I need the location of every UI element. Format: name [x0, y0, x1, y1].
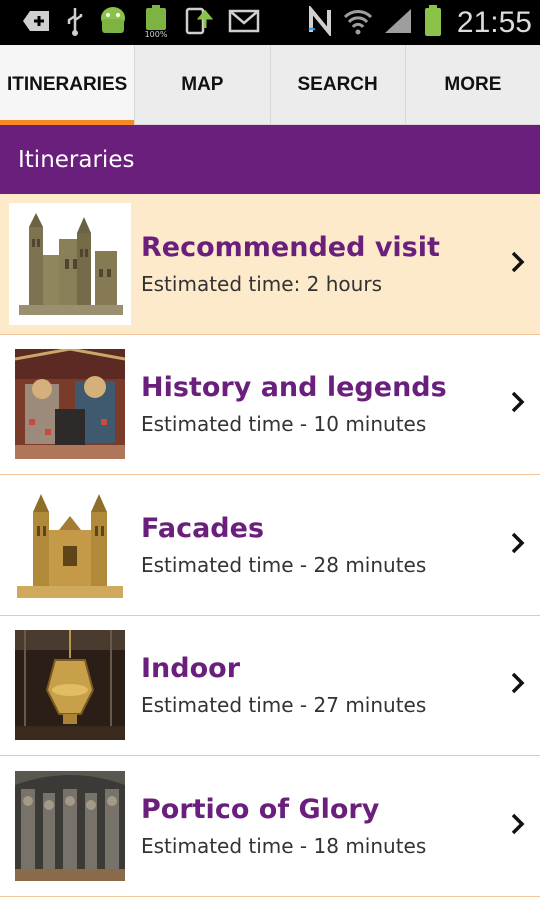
battery-percent-label: 100%: [145, 30, 168, 38]
chevron-right-icon: [510, 671, 526, 699]
status-bar: 100% 21:55: [0, 0, 540, 45]
tab-search[interactable]: SEARCH: [271, 45, 406, 124]
chevron-right-icon: [510, 812, 526, 840]
chevron-right-icon: [510, 390, 526, 418]
android-icon: [98, 5, 128, 42]
item-subtitle: Estimated time - 18 minutes: [141, 833, 427, 858]
status-time: 21:55: [456, 6, 532, 39]
add-icon: [22, 8, 52, 39]
list-item[interactable]: Portico of Glory Estimated time - 18 min…: [0, 756, 540, 897]
section-header: Itineraries: [0, 125, 540, 194]
battery-icon: [423, 4, 443, 43]
item-subtitle: Estimated time: 2 hours: [141, 271, 382, 296]
mosaic-image: [9, 343, 131, 466]
item-title: History and legends: [141, 372, 447, 404]
item-subtitle: Estimated time - 10 minutes: [141, 412, 427, 437]
portico-image: [9, 764, 131, 887]
list-item[interactable]: Facades Estimated time - 28 minutes: [0, 475, 540, 616]
tab-more[interactable]: MORE: [406, 45, 540, 124]
list-item[interactable]: History and legends Estimated time - 10 …: [0, 334, 540, 475]
censer-image: [9, 624, 131, 747]
download-icon: [184, 6, 214, 41]
item-title: Portico of Glory: [141, 793, 380, 825]
tab-map[interactable]: MAP: [135, 45, 271, 124]
item-title: Indoor: [141, 653, 241, 685]
section-title: Itineraries: [18, 146, 135, 173]
itinerary-list: Recommended visit Estimated time: 2 hour…: [0, 194, 540, 897]
list-item[interactable]: Indoor Estimated time - 27 minutes: [0, 615, 540, 756]
item-title: Facades: [141, 512, 265, 544]
mail-icon: [228, 9, 260, 38]
wifi-icon: [343, 7, 373, 40]
chevron-right-icon: [510, 250, 526, 278]
tab-itineraries[interactable]: ITINERARIES: [0, 45, 136, 125]
usb-icon: [66, 6, 84, 41]
item-subtitle: Estimated time - 28 minutes: [141, 552, 427, 577]
item-subtitle: Estimated time - 27 minutes: [141, 693, 427, 718]
nfc-icon: [307, 3, 333, 41]
item-title: Recommended visit: [141, 231, 440, 263]
tab-bar: ITINERARIES MAP SEARCH MORE: [0, 45, 540, 125]
battery-100-icon: 100%: [142, 4, 170, 43]
chevron-right-icon: [510, 531, 526, 559]
cathedral-towers-image: [9, 202, 131, 325]
signal-icon: [383, 7, 413, 40]
list-item[interactable]: Recommended visit Estimated time: 2 hour…: [0, 194, 540, 335]
facade-image: [9, 483, 131, 606]
